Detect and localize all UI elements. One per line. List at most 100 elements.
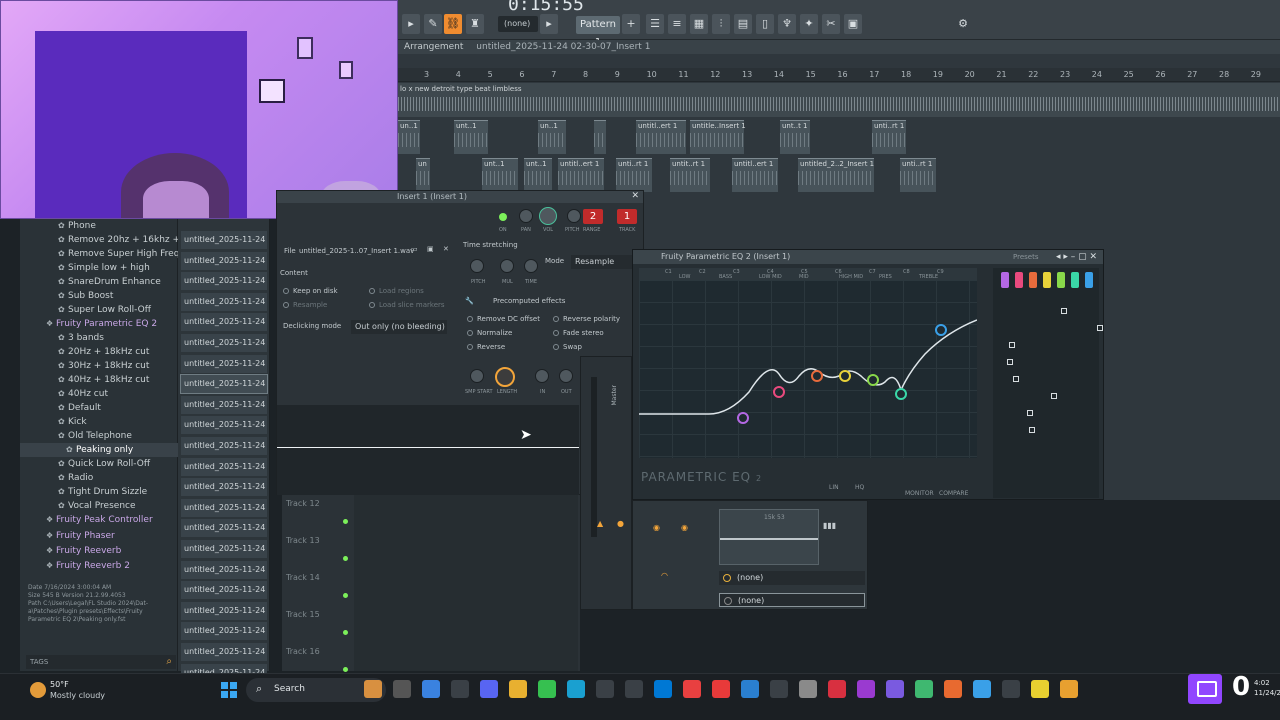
file-item[interactable]: untitled_2025-11-24 02- xyxy=(181,498,267,517)
chrome-alt-taskbar-icon[interactable] xyxy=(538,680,556,698)
folder-icon[interactable]: ▭ xyxy=(411,245,418,253)
track-mute-led[interactable] xyxy=(343,667,348,672)
eq-band-slider-handle[interactable] xyxy=(1013,376,1019,382)
playlist-clip[interactable]: unt..t 1 xyxy=(780,120,810,154)
file-item[interactable]: untitled_2025-11-24 02- xyxy=(181,313,267,332)
file-item[interactable]: untitled_2025-11-24 02- xyxy=(181,457,267,476)
browser-preset-item[interactable]: ✿ 40Hz cut xyxy=(20,387,178,401)
mixer-icon[interactable]: ⫶ xyxy=(712,14,730,34)
playlist-icon[interactable]: ☰ xyxy=(646,14,664,34)
steam-taskbar-icon[interactable] xyxy=(596,680,614,698)
declicking-select[interactable]: Out only (no bleeding) xyxy=(351,320,447,334)
browser-preset-item[interactable]: ✿ Tight Drum Sizzle xyxy=(20,485,178,499)
file-item[interactable]: untitled_2025-11-24 02- xyxy=(181,643,267,661)
track-value[interactable]: 1 xyxy=(617,209,637,224)
piano-roll-icon[interactable]: ▦ xyxy=(690,14,708,34)
playlist-clip[interactable]: unt..1 xyxy=(454,120,488,154)
app-taskbar-icon[interactable] xyxy=(567,680,585,698)
length-knob[interactable] xyxy=(495,367,515,387)
browser-preset-item[interactable]: ✿ SnareDrum Enhance xyxy=(20,275,178,289)
opera-taskbar-icon[interactable] xyxy=(828,680,846,698)
files-taskbar-icon[interactable] xyxy=(973,680,991,698)
browser-plugin-folder[interactable]: ❖ Fruity Reeverb 2 xyxy=(20,559,178,573)
obs-taskbar-icon[interactable] xyxy=(625,680,643,698)
track-mute-led[interactable] xyxy=(343,630,348,635)
browser-preset-item[interactable]: ✿ Vocal Presence xyxy=(20,499,178,513)
eq-band-toggle[interactable] xyxy=(1085,272,1093,288)
browser-preset-item[interactable]: ✿ Sub Boost xyxy=(20,289,178,303)
browser-preset-item[interactable]: ✿ 3 bands xyxy=(20,331,178,345)
folder-taskbar-icon[interactable] xyxy=(509,680,527,698)
playlist-clip[interactable]: unti..rt 1 xyxy=(900,158,936,192)
browser-plugin-folder[interactable]: ❖ Fruity Parametric EQ 2 xyxy=(20,317,178,331)
send-knob-icon[interactable]: ● xyxy=(617,519,624,528)
compare-button[interactable]: COMPARE xyxy=(939,490,968,497)
route-arrow-icon[interactable]: ▲ xyxy=(597,519,603,528)
browser-preset-item[interactable]: ✿ 40Hz + 18kHz cut xyxy=(20,373,178,387)
playlist-clip[interactable]: unti..rt 1 xyxy=(872,120,906,154)
reverse-polarity-option[interactable]: Reverse polarity xyxy=(553,315,620,323)
browser-preset-item[interactable]: ✿ Old Telephone xyxy=(20,429,178,443)
channel-on-led[interactable] xyxy=(499,213,507,221)
browser-plugin-folder[interactable]: ❖ Fruity Reeverb xyxy=(20,544,178,558)
eq-band-toggle[interactable] xyxy=(1043,272,1051,288)
fl-studio-taskbar-icon[interactable] xyxy=(1060,680,1078,698)
track-header[interactable]: Track 15 xyxy=(286,606,352,640)
file-item[interactable]: untitled_2025-11-24 02- xyxy=(181,395,267,414)
plugin-icon[interactable]: ♆ xyxy=(778,14,796,34)
browser-plugin-folder[interactable]: ❖ Fruity Peak Controller xyxy=(20,513,178,527)
eq-band-toggle[interactable] xyxy=(1001,272,1009,288)
file-item[interactable]: untitled_2025-11-24 02- xyxy=(181,334,267,352)
playlist-clip[interactable]: un..1 xyxy=(398,120,420,154)
browser-preset-item[interactable]: ✿ Remove 20hz + 16khz + xyxy=(20,233,180,247)
slot-power-icon[interactable] xyxy=(723,574,731,582)
playlist-clip[interactable]: un..1 xyxy=(538,120,566,154)
add-pattern-icon[interactable]: + xyxy=(622,14,640,34)
pan-knob[interactable] xyxy=(519,209,533,223)
eq-band-toggle[interactable] xyxy=(1071,272,1079,288)
slot-power-icon[interactable] xyxy=(724,597,732,605)
browser-icon[interactable]: ▤ xyxy=(734,14,752,34)
eq-band-toggle[interactable] xyxy=(1057,272,1065,288)
effect-slot-1[interactable]: (none) xyxy=(719,571,865,585)
tags-bar[interactable]: TAGS ⌕ xyxy=(26,655,176,669)
eq-band-slider-handle[interactable] xyxy=(1027,410,1033,416)
chrome-taskbar-icon[interactable] xyxy=(683,680,701,698)
eq-curve-svg[interactable] xyxy=(639,280,978,458)
insert-knob-icon[interactable]: ◉ xyxy=(681,523,688,532)
playlist-clip[interactable]: untitl..ert 1 xyxy=(732,158,778,192)
playlist-clip[interactable]: untitle..Insert 1 xyxy=(690,120,746,154)
eq-graph[interactable] xyxy=(639,280,978,458)
file-item[interactable]: untitled_2025-11-24 02- xyxy=(181,354,267,373)
store-icon[interactable]: ▣ xyxy=(844,14,862,34)
link-icon[interactable]: ⛓ xyxy=(444,14,462,34)
hq-button[interactable]: HQ xyxy=(855,484,864,491)
file-item[interactable]: untitled_2025-11-24 02- xyxy=(181,251,267,270)
keep-on-disk-option[interactable]: Keep on disk xyxy=(283,287,338,295)
cut-icon[interactable]: ✂ xyxy=(822,14,840,34)
playlist-clip[interactable]: untitl..ert 1 xyxy=(558,158,604,192)
file-item[interactable]: untitled_2025-11-24 02- xyxy=(181,292,267,311)
load-regions-option[interactable]: Load regions xyxy=(369,287,424,295)
playlist-clip[interactable]: un xyxy=(416,158,430,192)
playlist-clip[interactable]: untit..rt 1 xyxy=(670,158,710,192)
file-item[interactable]: untitled_2025-11-24 02- xyxy=(181,437,267,455)
swap-option[interactable]: Swap xyxy=(553,343,582,351)
load-slice-markers-option[interactable]: Load slice markers xyxy=(369,301,445,309)
file-item[interactable]: untitled_2025-11-24 02- xyxy=(181,478,267,497)
eq-band-slider-handle[interactable] xyxy=(1097,325,1103,331)
out-knob[interactable] xyxy=(559,369,573,383)
mini-fader-icon[interactable]: ▮▮▮ xyxy=(823,521,836,530)
discord-taskbar-icon[interactable] xyxy=(480,680,498,698)
close-icon[interactable]: ✕ xyxy=(631,191,639,201)
track-mute-led[interactable] xyxy=(343,556,348,561)
settings-taskbar-icon[interactable] xyxy=(799,680,817,698)
eq-band-slider-handle[interactable] xyxy=(1051,393,1057,399)
browser-preset-item[interactable]: ✿ Phone xyxy=(20,219,178,233)
volume-knob[interactable] xyxy=(539,207,557,225)
ts-pitch-knob[interactable] xyxy=(470,259,484,273)
save-icon[interactable]: ▣ xyxy=(427,245,434,253)
file-item[interactable]: untitled_2025-11-24 02- xyxy=(181,540,267,558)
file-name[interactable]: untitled_2025-1..07_Insert 1.wav xyxy=(299,247,414,255)
mode-select[interactable]: Resample xyxy=(571,255,633,269)
